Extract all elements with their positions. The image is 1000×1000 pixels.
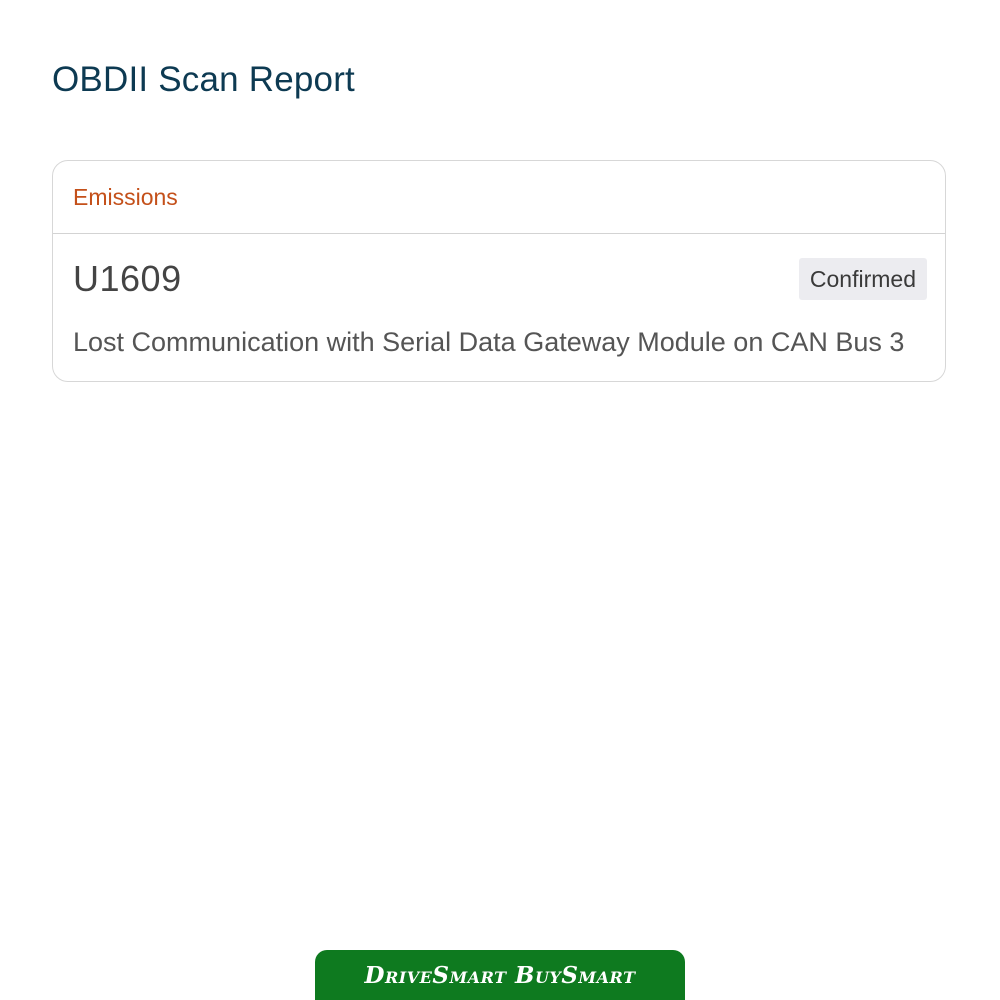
dtc-card: Emissions U1609 Confirmed Lost Communica… (52, 160, 946, 382)
brand-banner: DriveSmart BuySmart (315, 950, 685, 1000)
page-title: OBDII Scan Report (52, 60, 355, 99)
dtc-code: U1609 (73, 258, 182, 299)
dtc-card-body: U1609 Confirmed Lost Communication with … (53, 234, 945, 381)
brand-logo-text: DriveSmart BuySmart (364, 961, 636, 989)
dtc-card-header: Emissions (53, 161, 945, 234)
dtc-description: Lost Communication with Serial Data Gate… (73, 327, 905, 357)
scan-report-page: OBDII Scan Report Emissions U1609 Confir… (0, 0, 1000, 1000)
category-label: Emissions (73, 183, 178, 210)
status-badge: Confirmed (798, 258, 927, 300)
